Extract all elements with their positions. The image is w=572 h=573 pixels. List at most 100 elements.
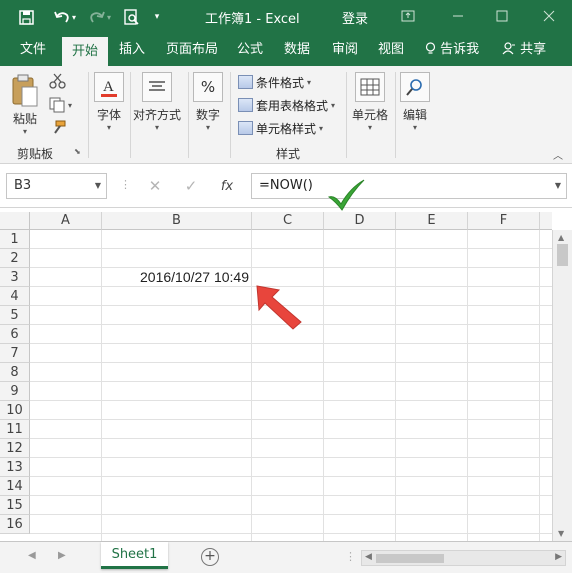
- alignment-group: 对齐方式 ▾: [131, 66, 189, 164]
- row-header[interactable]: 4: [0, 287, 30, 306]
- scroll-up-icon[interactable]: ▲: [558, 233, 564, 242]
- cell-b3[interactable]: 2016/10/27 10:49: [101, 268, 252, 287]
- ribbon-tabs: 文件 开始 插入 页面布局 公式 数据 审阅 视图 告诉我 共享: [0, 34, 572, 66]
- column-header-e[interactable]: E: [396, 212, 468, 230]
- row-gridline: [30, 514, 552, 515]
- cell-styles-icon: [238, 121, 253, 135]
- row-gridline: [30, 438, 552, 439]
- tab-splitter-icon[interactable]: ⋮: [345, 550, 356, 563]
- column-header-a[interactable]: A: [30, 212, 102, 230]
- alignment-button[interactable]: 对齐方式 ▾: [133, 72, 181, 132]
- enter-icon[interactable]: ✓: [173, 177, 209, 195]
- save-icon[interactable]: [16, 7, 36, 27]
- alignment-label: 对齐方式: [133, 108, 182, 122]
- sheet-tab-sheet1[interactable]: Sheet1: [101, 542, 168, 569]
- column-header-g[interactable]: [540, 212, 552, 230]
- formula-bar: B3 ▼ ⋮ ✕ ✓ fx =NOW() ▼: [0, 164, 572, 208]
- scroll-right-icon[interactable]: ▶: [555, 552, 562, 562]
- maximize-icon[interactable]: [489, 4, 515, 28]
- cell-styles-label: 单元格样式: [256, 121, 317, 136]
- cut-icon[interactable]: [49, 73, 67, 92]
- tab-view[interactable]: 视图: [374, 34, 408, 66]
- row-header[interactable]: 10: [0, 401, 30, 420]
- redo-icon[interactable]: ▾: [86, 7, 114, 27]
- font-group: A 字体 ▾: [89, 66, 129, 164]
- annotation-arrow-icon: [256, 285, 302, 330]
- print-preview-icon[interactable]: [120, 7, 142, 27]
- copy-icon[interactable]: ▾: [49, 97, 75, 116]
- name-box[interactable]: B3 ▼: [6, 173, 107, 199]
- scroll-left-icon[interactable]: ◀: [365, 552, 372, 562]
- next-sheet-icon[interactable]: ▶: [58, 550, 66, 561]
- row-header[interactable]: 2: [0, 249, 30, 268]
- select-all-corner[interactable]: [0, 212, 30, 230]
- column-gridline: [323, 230, 324, 541]
- paste-button[interactable]: 粘贴 ▾: [10, 74, 40, 136]
- cancel-icon[interactable]: ✕: [137, 177, 173, 195]
- number-button[interactable]: % 数字 ▾: [193, 72, 223, 132]
- insert-function-icon[interactable]: fx: [209, 179, 245, 194]
- font-button[interactable]: A 字体 ▾: [94, 72, 124, 132]
- column-header-f[interactable]: F: [468, 212, 540, 230]
- tab-formulas[interactable]: 公式: [233, 34, 267, 66]
- title-bar: ▾ ▾ ▾ 工作簿1 - Excel 登录: [0, 0, 572, 34]
- row-header[interactable]: 12: [0, 439, 30, 458]
- minimize-icon[interactable]: [445, 4, 471, 28]
- tab-review[interactable]: 审阅: [328, 34, 362, 66]
- row-header[interactable]: 6: [0, 325, 30, 344]
- row-header[interactable]: 14: [0, 477, 30, 496]
- row-header[interactable]: 16: [0, 515, 30, 534]
- format-painter-icon[interactable]: [50, 120, 66, 139]
- login-link[interactable]: 登录: [342, 8, 368, 27]
- ribbon-display-icon[interactable]: [395, 4, 421, 28]
- row-header[interactable]: 7: [0, 344, 30, 363]
- prev-sheet-icon[interactable]: ◀: [28, 550, 36, 561]
- name-box-dropdown-icon[interactable]: ▼: [95, 174, 101, 198]
- formula-input[interactable]: =NOW() ▼: [251, 173, 567, 199]
- number-dropdown-icon: ▾: [205, 123, 210, 132]
- cell-styles-button[interactable]: 单元格样式 ▾: [238, 118, 323, 138]
- customize-toolbar-icon[interactable]: ▾: [150, 7, 164, 27]
- conditional-formatting-button[interactable]: 条件格式 ▾: [238, 72, 311, 92]
- font-icon: A: [94, 72, 124, 102]
- column-header-b[interactable]: B: [102, 212, 252, 230]
- row-header[interactable]: 1: [0, 230, 30, 249]
- scroll-down-icon[interactable]: ▼: [558, 529, 564, 538]
- add-sheet-button[interactable]: +: [201, 548, 219, 566]
- styles-group-label: 样式: [276, 147, 301, 161]
- paste-dropdown-icon[interactable]: ▾: [23, 127, 27, 136]
- person-icon: [502, 42, 515, 55]
- tab-home[interactable]: 开始: [62, 37, 109, 66]
- column-header-c[interactable]: C: [252, 212, 324, 230]
- row-header[interactable]: 8: [0, 363, 30, 382]
- tab-page-layout[interactable]: 页面布局: [162, 34, 222, 66]
- collapse-ribbon-icon[interactable]: ︿: [553, 147, 563, 162]
- horizontal-scrollbar[interactable]: ◀ ▶: [361, 550, 566, 566]
- undo-icon[interactable]: ▾: [50, 7, 80, 27]
- worksheet-grid[interactable]: A B C D E F 1 2 3 4 5 6 7 8 9 10 11 12 13 14 15 16 2016…: [0, 208, 572, 541]
- expand-formula-bar-icon[interactable]: ▼: [555, 174, 561, 198]
- lightbulb-icon: [425, 42, 436, 54]
- vertical-scroll-thumb[interactable]: [557, 244, 568, 266]
- clipboard-launcher-icon[interactable]: ⬊: [74, 147, 81, 156]
- tab-insert[interactable]: 插入: [115, 34, 149, 66]
- tell-me-button[interactable]: 告诉我: [421, 34, 483, 66]
- row-header[interactable]: 11: [0, 420, 30, 439]
- horizontal-scroll-thumb[interactable]: [376, 554, 444, 563]
- vertical-scrollbar[interactable]: ▲ ▼: [552, 230, 572, 541]
- row-header[interactable]: 5: [0, 306, 30, 325]
- align-icon: [142, 72, 172, 102]
- close-icon[interactable]: [536, 4, 562, 28]
- column-header-d[interactable]: D: [324, 212, 396, 230]
- tab-data[interactable]: 数据: [280, 34, 314, 66]
- share-button[interactable]: 共享: [498, 34, 550, 66]
- row-header[interactable]: 13: [0, 458, 30, 477]
- row-header[interactable]: 15: [0, 496, 30, 515]
- format-as-table-button[interactable]: 套用表格格式 ▾: [238, 95, 335, 115]
- editing-button[interactable]: 编辑 ▾: [400, 72, 430, 132]
- row-header[interactable]: 9: [0, 382, 30, 401]
- search-icon: [400, 72, 430, 102]
- row-header[interactable]: 3: [0, 268, 30, 287]
- tab-file[interactable]: 文件: [16, 34, 50, 66]
- cells-button[interactable]: 单元格 ▾: [352, 72, 388, 132]
